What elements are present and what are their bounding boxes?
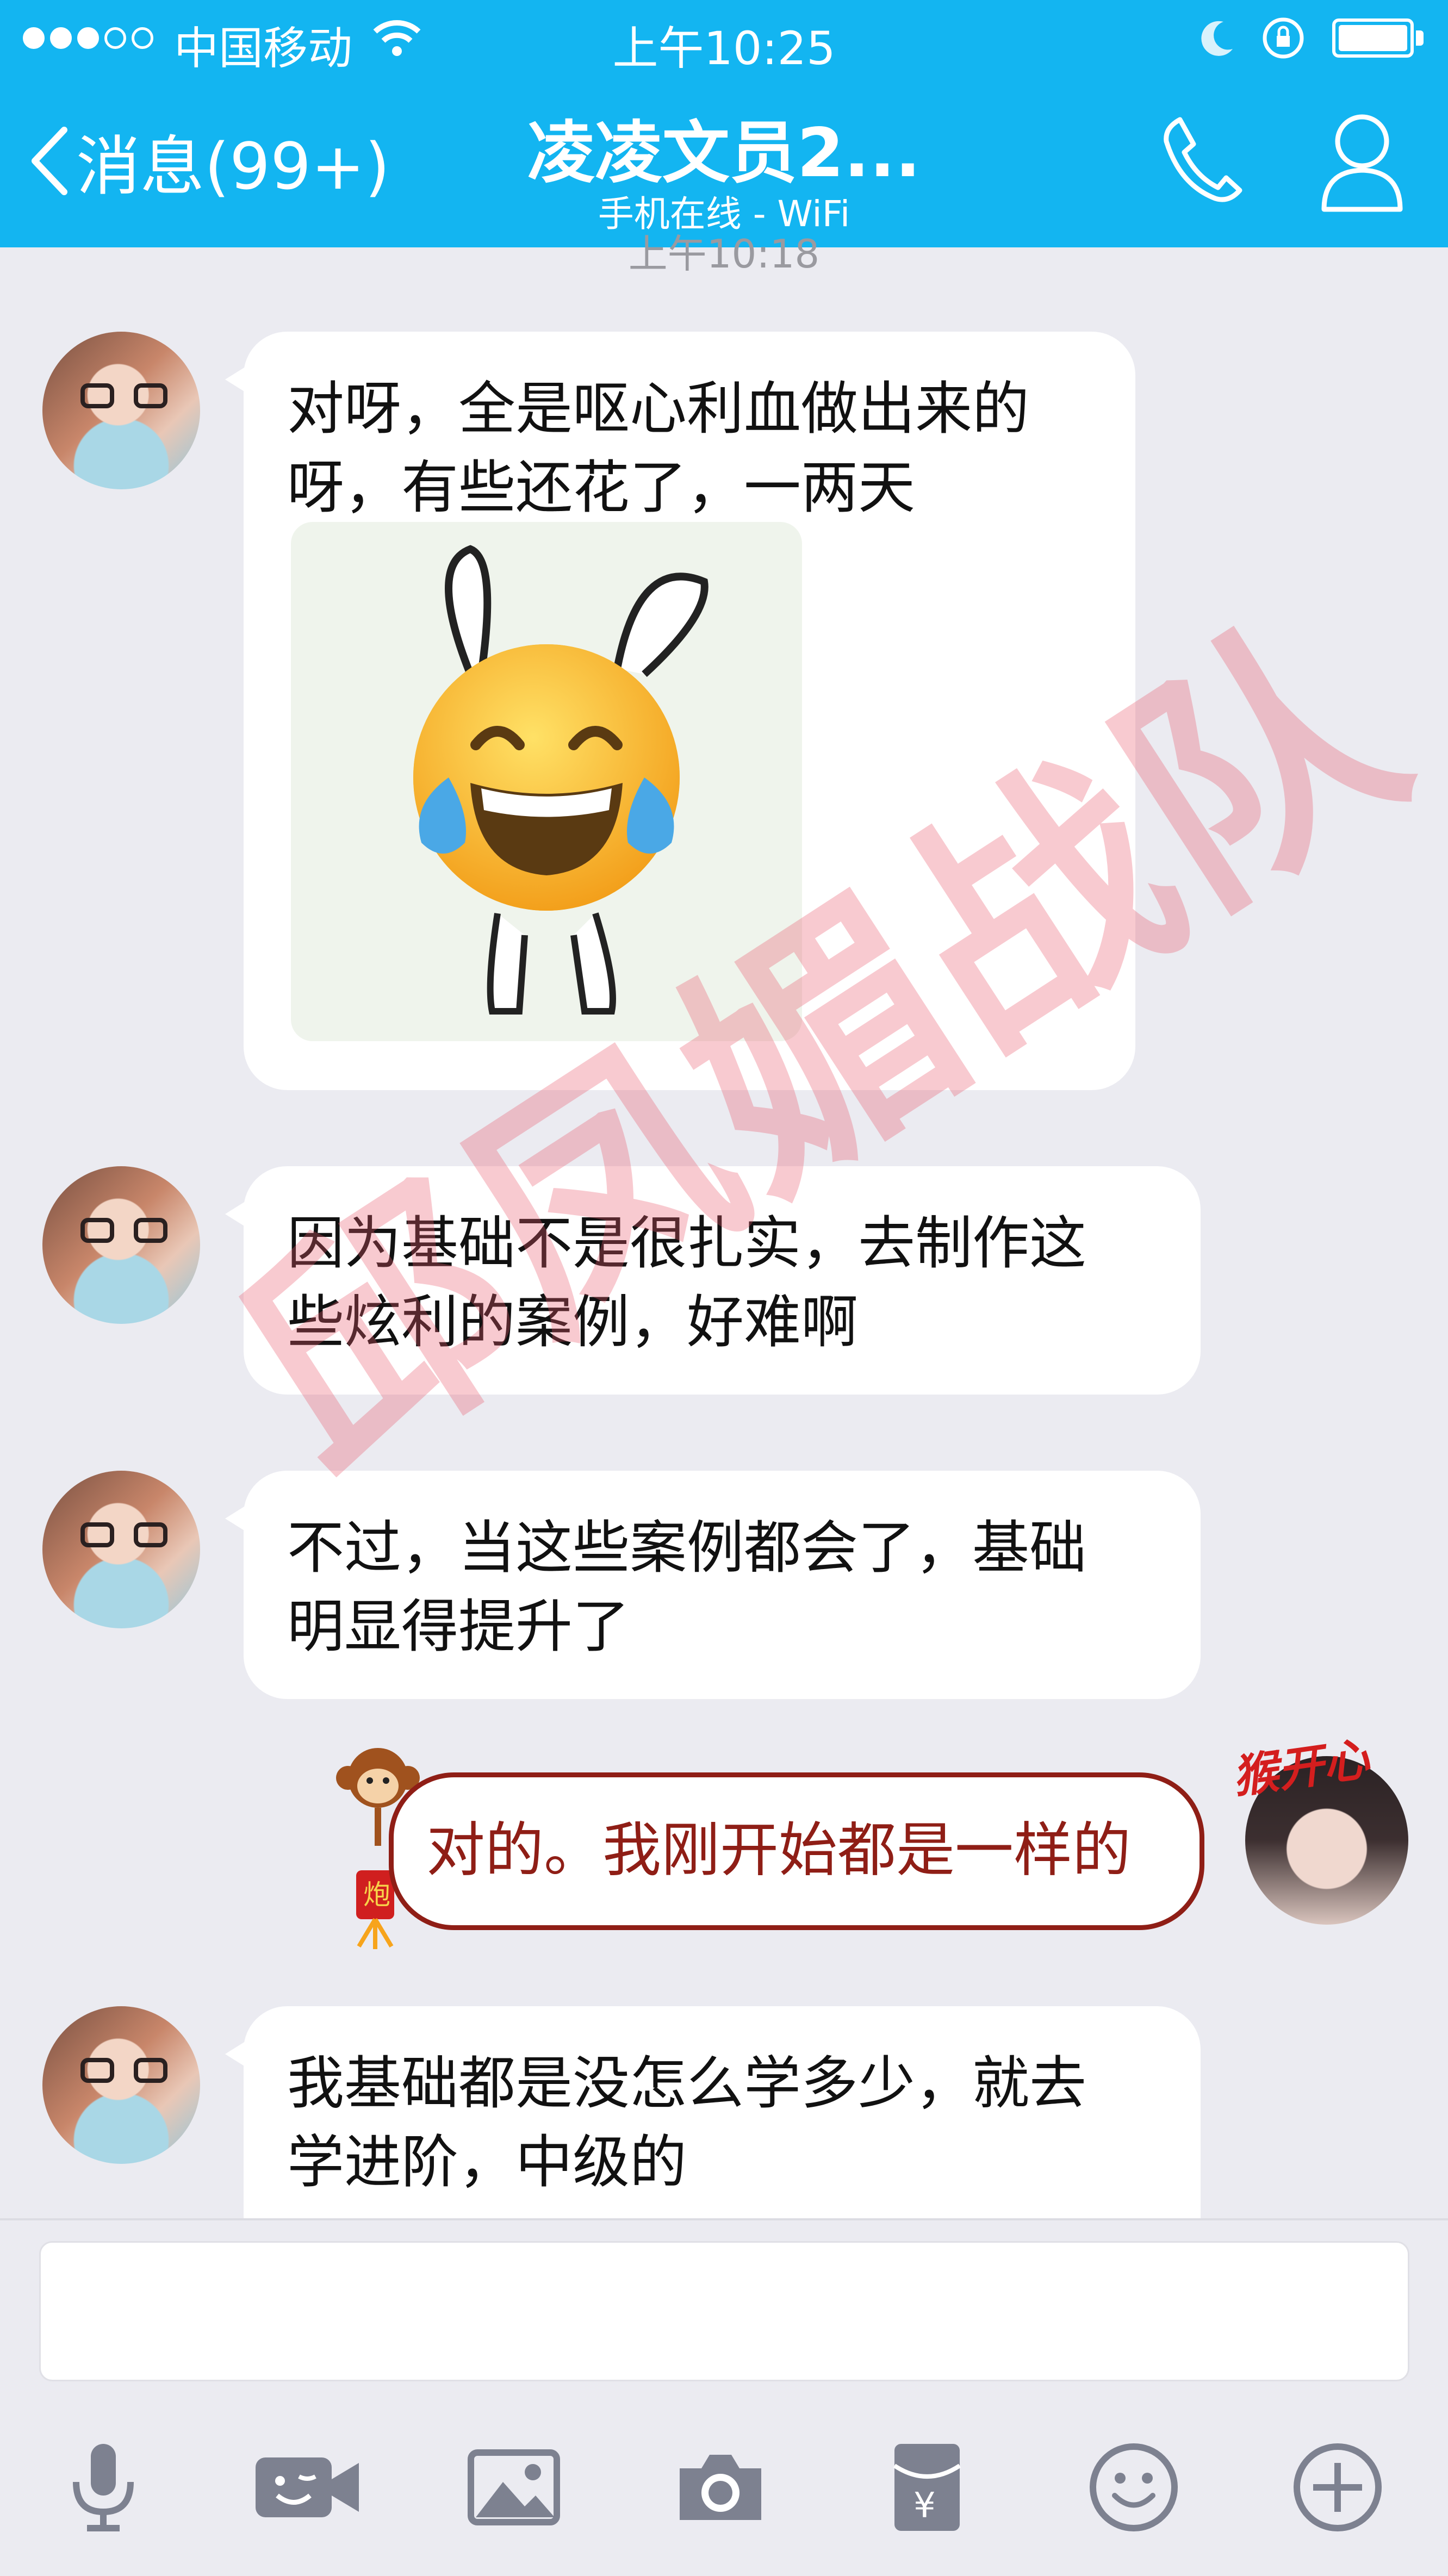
message-input[interactable] <box>39 2241 1409 2381</box>
profile-icon[interactable] <box>1316 106 1408 217</box>
message-text-line: 对的。我刚开始都是一样的 <box>426 1816 1132 1884</box>
timestamp: 上午10:18 <box>628 231 820 277</box>
battery-icon <box>1332 18 1414 58</box>
message-text-line: 学进阶，中级的 <box>287 2129 687 2195</box>
message-text-line: 不过，当这些案例都会了，基础 <box>287 1515 1087 1581</box>
phone-call-icon[interactable] <box>1158 111 1245 206</box>
emoji-icon[interactable] <box>1079 2433 1188 2542</box>
header: 中国移动 上午10:25 消息(99+) 凌凌文员2... 手机在线 - WiF… <box>0 0 1448 247</box>
message-bubble[interactable]: 我基础都是没怎么学多少，就去 学进阶，中级的 <box>225 2006 1201 2218</box>
message-text-line: 明显得提升了 <box>287 1594 630 1660</box>
message-text-line: 我基础都是没怎么学多少，就去 <box>287 2050 1087 2117</box>
svg-text:炮: 炮 <box>363 1879 390 1911</box>
camera-icon[interactable] <box>666 2433 775 2542</box>
status-bar: 中国移动 上午10:25 <box>0 0 1448 82</box>
contact-avatar[interactable] <box>42 1471 200 1628</box>
image-icon[interactable] <box>459 2433 568 2542</box>
video-icon[interactable] <box>253 2433 362 2542</box>
plus-icon[interactable] <box>1283 2433 1392 2542</box>
rotation-lock-icon <box>1259 15 1308 64</box>
message-text-line: 呀，有些还花了，一两天 <box>287 455 916 521</box>
message-text-line: 对呀，全是呕心利血做出来的 <box>287 376 1030 442</box>
microphone-icon[interactable] <box>49 2433 158 2542</box>
red-packet-icon[interactable]: ¥ <box>873 2433 981 2542</box>
outgoing-message-bubble[interactable]: 对的。我刚开始都是一样的 <box>389 1772 1204 1930</box>
svg-text:¥: ¥ <box>913 2486 936 2526</box>
do-not-disturb-icon <box>1199 17 1237 60</box>
contact-avatar[interactable] <box>42 332 200 489</box>
contact-avatar[interactable] <box>42 2006 200 2164</box>
